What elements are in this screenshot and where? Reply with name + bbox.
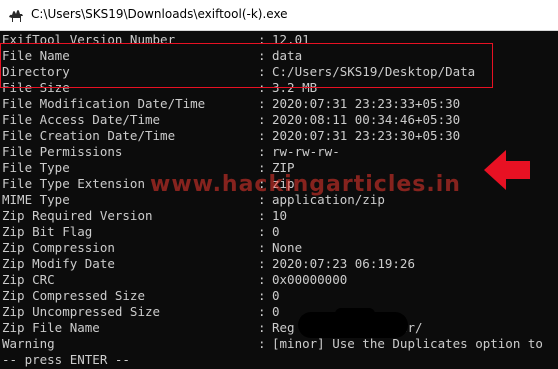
tag-name: Zip Compression (2, 240, 115, 255)
tag-value: 10 (272, 208, 288, 223)
tag-value: 0 (272, 288, 280, 303)
console-line: File Permissions: rw-rw-rw- (2, 144, 340, 160)
separator: : (258, 288, 266, 303)
console-line: Zip Compressed Size:0 (2, 288, 280, 304)
separator: : (258, 256, 266, 271)
tag-value: 2020:08:11 00:34:46+05:30 (272, 112, 461, 127)
separator: : (258, 208, 266, 223)
console-line: Zip CRC:0x00000000 (2, 272, 347, 288)
tag-value: 0 (272, 224, 280, 239)
console-line: Warning: [minor] Use the Duplicates optio… (2, 336, 543, 352)
console-line: Zip Uncompressed Size:0 (2, 304, 280, 320)
tag-value: [minor] Use the Duplicates option to (272, 336, 543, 351)
tag-value: rw-rw-rw- (272, 144, 340, 159)
tag-name: File Access Date/Time (2, 112, 161, 127)
window-titlebar[interactable]: C:\Users\SKS19\Downloads\exiftool(-k).ex… (0, 0, 558, 31)
tag-value: 2020:07:23 06:19:26 (272, 256, 415, 271)
tag-name: Zip Modify Date (2, 256, 115, 271)
tag-name: Zip Bit Flag (2, 224, 93, 239)
console-line: Zip Required Version:10 (2, 208, 287, 224)
red-arrow-icon (484, 150, 530, 190)
console-line: File Modification Date/Time:2020:07:31 2… (2, 96, 460, 112)
tag-value: 2020:07:31 23:23:30+05:30 (272, 128, 461, 143)
tag-name: Zip CRC (2, 272, 55, 287)
tag-value: 0 (272, 304, 280, 319)
tag-name: File Creation Date/Time (2, 128, 176, 143)
separator: : (258, 144, 266, 159)
watermark-text: www.hackingarticles.in (150, 172, 461, 197)
tag-name: Zip Required Version (2, 208, 153, 223)
tag-value: 0x00000000 (272, 272, 348, 287)
console-line: Zip Compression: None (2, 240, 302, 256)
separator: : (258, 272, 266, 287)
window-title: C:\Users\SKS19\Downloads\exiftool(-k).ex… (31, 7, 288, 21)
highlight-box (0, 43, 493, 88)
camel-icon (9, 10, 23, 22)
separator: : (258, 224, 266, 239)
separator: : (258, 96, 266, 111)
console-line: Zip Bit Flag:0 (2, 224, 280, 240)
separator: : (258, 304, 266, 319)
tag-name: Zip Compressed Size (2, 288, 145, 303)
console-line: Zip Modify Date:2020:07:23 06:19:26 (2, 256, 415, 272)
separator: : (258, 336, 266, 351)
tag-name: File Modification Date/Time (2, 96, 206, 111)
separator: : (258, 320, 266, 335)
press-enter-prompt: -- press ENTER -- (2, 352, 130, 367)
separator: : (258, 240, 266, 255)
tag-value: None (272, 240, 303, 255)
tag-name: File Permissions (2, 144, 123, 159)
separator: : (258, 128, 266, 143)
console-line: File Access Date/Time:2020:08:11 00:34:4… (2, 112, 460, 128)
console-line: File Creation Date/Time:2020:07:31 23:23… (2, 128, 460, 144)
separator: : (258, 112, 266, 127)
tag-name: Warning (2, 336, 55, 351)
tag-value: 2020:07:31 23:23:33+05:30 (272, 96, 461, 111)
tag-name: Zip File Name (2, 320, 100, 335)
tag-name: Zip Uncompressed Size (2, 304, 161, 319)
redaction-blot (335, 308, 375, 320)
